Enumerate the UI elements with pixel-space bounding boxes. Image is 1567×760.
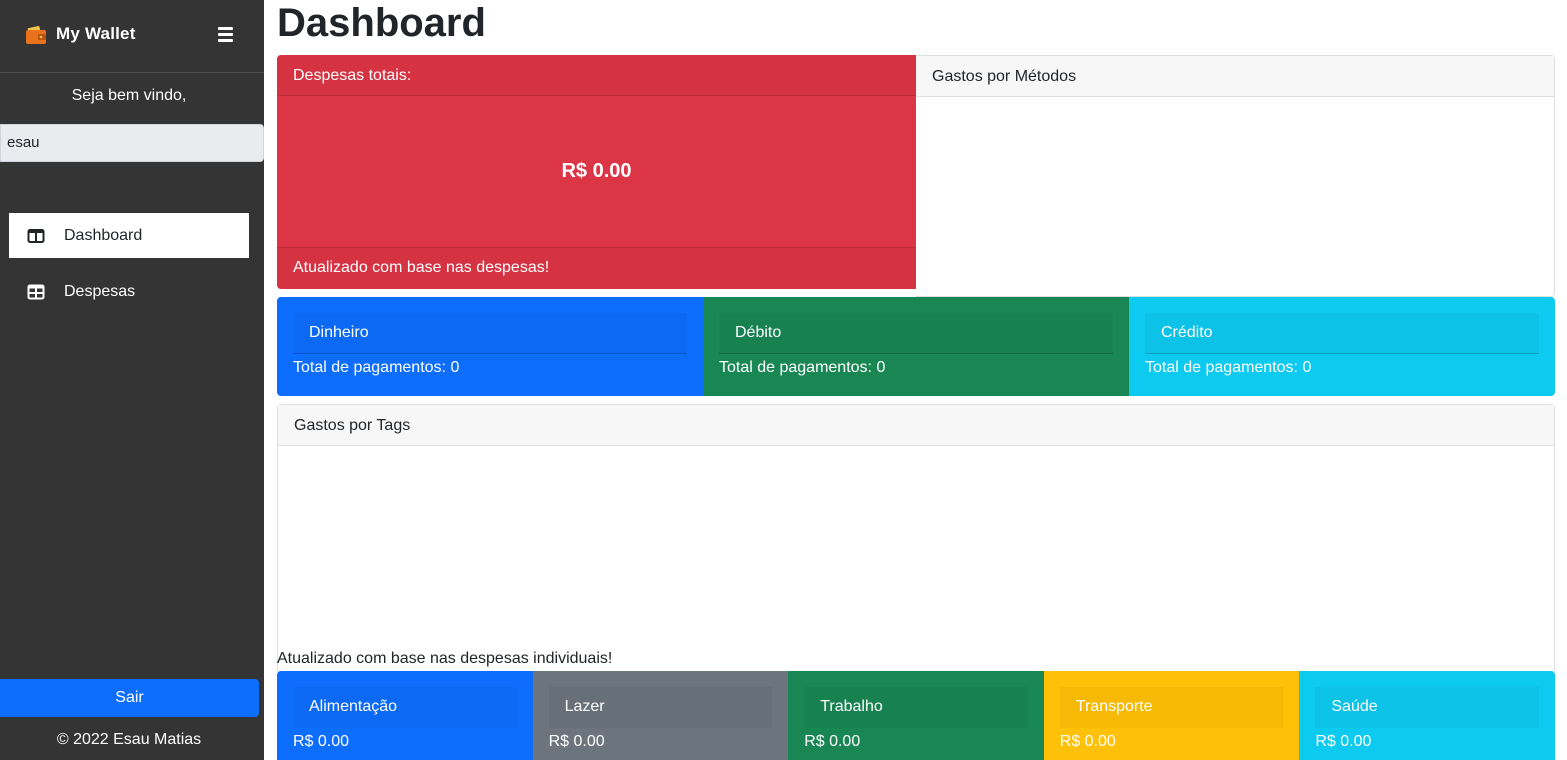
- tags-update-note: Atualizado com base nas despesas individ…: [277, 650, 613, 667]
- tag-label: Transporte: [1059, 687, 1284, 728]
- total-expenses-value: R$ 0.00: [561, 160, 632, 182]
- method-total: Total de pagamentos: 0: [1145, 359, 1312, 376]
- sidebar: My Wallet Seja bem vindo, esau Dashboard…: [0, 0, 264, 760]
- sidebar-item-label: Despesas: [64, 282, 136, 300]
- method-total: Total de pagamentos: 0: [293, 359, 460, 376]
- page-title: Dashboard: [277, 1, 486, 45]
- logout-button[interactable]: Sair: [0, 679, 259, 717]
- tag-total: R$ 0.00: [804, 733, 861, 750]
- tag-label: Trabalho: [804, 687, 1028, 728]
- app-title: My Wallet: [56, 24, 136, 43]
- method-card-credito: Crédito Total de pagamentos: 0: [1129, 297, 1555, 396]
- tag-card-lazer: Lazer R$ 0.00: [532, 671, 789, 760]
- copyright-text: © 2022 Esau Matias: [56, 731, 202, 748]
- method-label: Dinheiro: [293, 313, 687, 354]
- method-card-debito: Débito Total de pagamentos: 0: [703, 297, 1129, 396]
- payment-methods-row: Dinheiro Total de pagamentos: 0 Débito T…: [277, 297, 1555, 396]
- welcome-text: Seja bem vindo,: [71, 87, 187, 104]
- tag-total: R$ 0.00: [548, 733, 605, 750]
- method-total: Total de pagamentos: 0: [719, 359, 886, 376]
- tags-chart-card: Gastos por Tags: [277, 404, 1555, 674]
- wallet-icon: [26, 26, 46, 44]
- tags-row: Alimentação R$ 0.00 Lazer R$ 0.00 Trabal…: [277, 671, 1555, 760]
- tag-card-transporte: Transporte R$ 0.00: [1043, 671, 1300, 760]
- tag-label: Alimentação: [293, 687, 517, 728]
- columns-icon: [27, 228, 45, 243]
- method-label: Débito: [719, 313, 1113, 354]
- tag-label: Lazer: [548, 687, 773, 728]
- tag-card-alimentacao: Alimentação R$ 0.00: [277, 671, 533, 760]
- brand-bar: My Wallet: [0, 0, 264, 73]
- methods-chart-card: Gastos por Métodos: [916, 55, 1555, 297]
- tag-total: R$ 0.00: [293, 733, 350, 750]
- method-card-dinheiro: Dinheiro Total de pagamentos: 0: [277, 297, 703, 396]
- tag-card-saude: Saúde R$ 0.00: [1299, 671, 1555, 760]
- tag-card-trabalho: Trabalho R$ 0.00: [788, 671, 1044, 760]
- username-field: esau: [0, 124, 264, 162]
- hamburger-menu-icon[interactable]: [218, 27, 234, 43]
- method-label: Crédito: [1145, 313, 1539, 354]
- total-expenses-footer: Atualizado com base nas despesas!: [277, 247, 916, 289]
- methods-chart-header: Gastos por Métodos: [916, 56, 1554, 97]
- total-expenses-card: Despesas totais: R$ 0.00 Atualizado com …: [277, 55, 916, 289]
- sidebar-item-dashboard[interactable]: Dashboard: [9, 213, 249, 258]
- tag-label: Saúde: [1315, 687, 1539, 728]
- tag-total: R$ 0.00: [1059, 733, 1116, 750]
- tag-total: R$ 0.00: [1315, 733, 1372, 750]
- tags-chart-header: Gastos por Tags: [278, 405, 1554, 446]
- total-expenses-header: Despesas totais:: [277, 55, 916, 96]
- sidebar-item-label: Dashboard: [64, 226, 143, 244]
- grid-icon: [27, 284, 45, 299]
- sidebar-item-despesas[interactable]: Despesas: [9, 269, 249, 314]
